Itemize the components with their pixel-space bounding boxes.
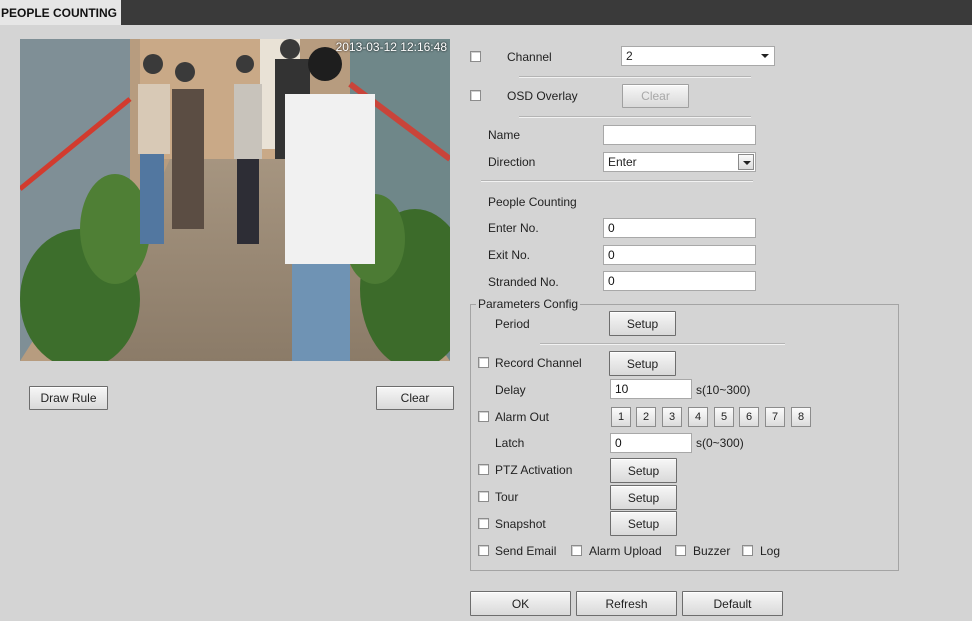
osd-timestamp: 2013-03-12 12:16:48 (335, 40, 447, 54)
tour-label: Tour (495, 490, 519, 504)
default-button[interactable]: Default (682, 591, 783, 616)
snapshot-label: Snapshot (495, 517, 546, 531)
clear-rule-button[interactable]: Clear (376, 386, 454, 410)
snapshot-setup-button[interactable]: Setup (610, 511, 677, 536)
page-title: PEOPLE COUNTING (0, 0, 122, 25)
direction-value: Enter (608, 155, 637, 169)
draw-rule-button[interactable]: Draw Rule (29, 386, 108, 410)
tour-checkbox[interactable] (478, 491, 489, 502)
channel-value: 2 (626, 49, 633, 63)
alarm-output-6[interactable]: 6 (739, 407, 759, 427)
send-email-label: Send Email (495, 544, 557, 558)
direction-select[interactable]: Enter (603, 152, 756, 172)
camera-frame-image (20, 39, 450, 361)
chevron-down-icon[interactable] (757, 48, 773, 64)
osd-clear-button[interactable]: Clear (622, 84, 689, 108)
delay-range: s(10~300) (696, 383, 751, 397)
parameters-config-legend: Parameters Config (476, 297, 581, 311)
channel-label: Channel (507, 50, 552, 64)
exit-no-label: Exit No. (488, 248, 531, 262)
alarm-upload-checkbox[interactable] (571, 545, 582, 556)
divider (481, 180, 753, 182)
alarm-out-label: Alarm Out (495, 410, 550, 424)
ok-button[interactable]: OK (470, 591, 571, 616)
latch-field[interactable]: 0 (610, 433, 692, 453)
enter-no-label: Enter No. (488, 221, 539, 235)
stranded-no-field[interactable]: 0 (603, 271, 756, 291)
divider (519, 76, 751, 78)
latch-label: Latch (495, 436, 525, 450)
buzzer-checkbox[interactable] (675, 545, 686, 556)
title-bar: PEOPLE COUNTING (0, 0, 972, 25)
alarm-output-4[interactable]: 4 (688, 407, 708, 427)
alarm-upload-label: Alarm Upload (589, 544, 662, 558)
period-label: Period (495, 317, 530, 331)
alarm-output-1[interactable]: 1 (611, 407, 631, 427)
video-preview[interactable]: 2013-03-12 12:16:48 (20, 39, 450, 361)
name-input[interactable] (603, 125, 756, 145)
alarm-output-5[interactable]: 5 (714, 407, 734, 427)
record-channel-checkbox[interactable] (478, 357, 489, 368)
tour-setup-button[interactable]: Setup (610, 485, 677, 510)
osd-overlay-label: OSD Overlay (507, 89, 578, 103)
send-email-checkbox[interactable] (478, 545, 489, 556)
chevron-down-icon[interactable] (738, 154, 754, 170)
channel-checkbox[interactable] (470, 51, 481, 62)
exit-no-field[interactable]: 0 (603, 245, 756, 265)
ptz-activation-label: PTZ Activation (495, 463, 573, 477)
log-checkbox[interactable] (742, 545, 753, 556)
ptz-activation-checkbox[interactable] (478, 464, 489, 475)
period-setup-button[interactable]: Setup (609, 311, 676, 336)
alarm-output-3[interactable]: 3 (662, 407, 682, 427)
delay-label: Delay (495, 383, 526, 397)
buzzer-label: Buzzer (693, 544, 731, 558)
alarm-output-7[interactable]: 7 (765, 407, 785, 427)
people-counting-heading: People Counting (488, 195, 577, 209)
ptz-setup-button[interactable]: Setup (610, 458, 677, 483)
alarm-output-8[interactable]: 8 (791, 407, 811, 427)
alarm-out-checkbox[interactable] (478, 411, 489, 422)
record-channel-setup-button[interactable]: Setup (609, 351, 676, 376)
delay-field[interactable]: 10 (610, 379, 692, 399)
divider (540, 343, 785, 345)
direction-label: Direction (488, 155, 536, 169)
divider (519, 116, 751, 118)
log-label: Log (760, 544, 781, 558)
stranded-no-label: Stranded No. (488, 275, 559, 289)
osd-overlay-checkbox[interactable] (470, 90, 481, 101)
name-label: Name (488, 128, 521, 142)
channel-select[interactable]: 2 (621, 46, 775, 66)
refresh-button[interactable]: Refresh (576, 591, 677, 616)
snapshot-checkbox[interactable] (478, 518, 489, 529)
enter-no-field[interactable]: 0 (603, 218, 756, 238)
latch-range: s(0~300) (696, 436, 744, 450)
alarm-output-2[interactable]: 2 (636, 407, 656, 427)
record-channel-label: Record Channel (495, 356, 582, 370)
